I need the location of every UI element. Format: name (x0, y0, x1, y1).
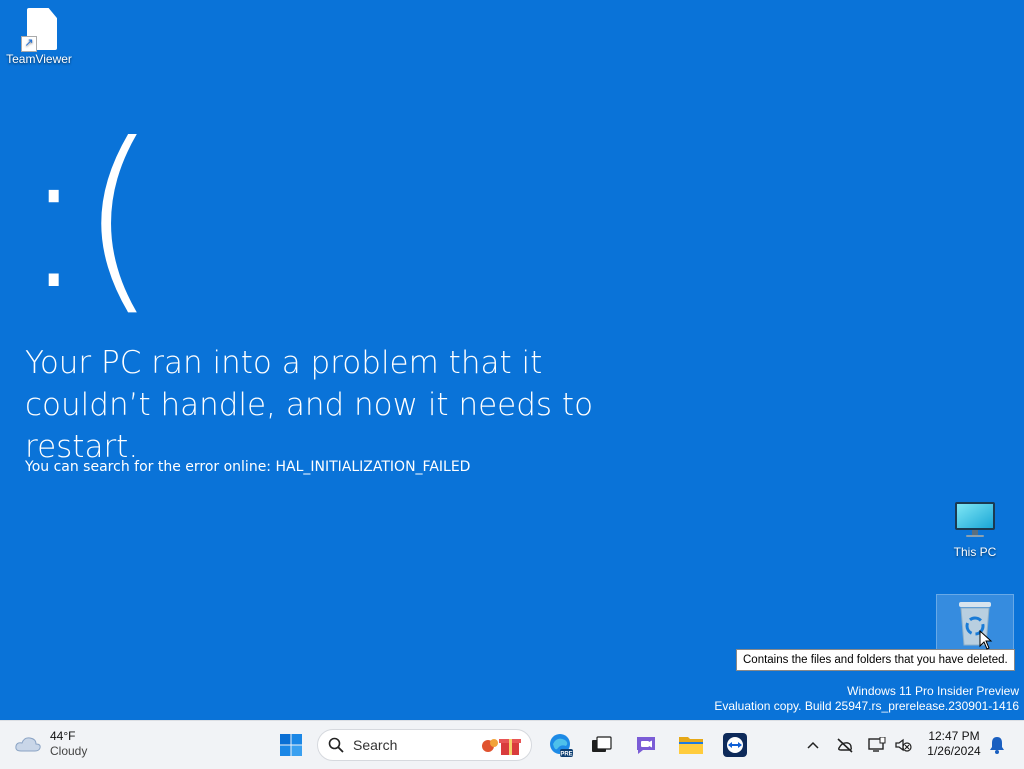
bell-icon (990, 737, 1004, 754)
tray-display-status[interactable] (866, 729, 888, 761)
edge-browser-icon: PRE (550, 734, 573, 758)
bsod-error-hint: You can search for the error online: HAL… (25, 459, 471, 475)
file-shortcut-icon: ↗ (21, 8, 57, 52)
windows-logo-icon (280, 734, 302, 756)
task-view-button[interactable] (585, 729, 617, 761)
search-placeholder: Search (353, 737, 398, 753)
desktop-icon-recycle-bin[interactable] (936, 594, 1014, 652)
recycle-bin-tooltip: Contains the files and folders that you … (736, 649, 1015, 671)
watermark-build: Evaluation copy. Build 25947.rs_prerelea… (714, 699, 1019, 713)
tray-network-status[interactable] (834, 729, 856, 761)
monitor-icon (955, 502, 995, 537)
desktop-background: ↗ TeamViewer :( Your PC ran into a probl… (0, 0, 1024, 720)
taskbar-search[interactable]: Search (317, 729, 532, 761)
weather-condition: Cloudy (50, 744, 88, 758)
clock-date: 1/26/2024 (927, 744, 981, 758)
sad-face: :( (20, 101, 157, 334)
clock-time: 12:47 PM (928, 729, 980, 743)
watermark-edition: Windows 11 Pro Insider Preview (847, 684, 1019, 698)
svg-text:PRE: PRE (560, 752, 572, 758)
display-icon (868, 737, 886, 752)
weather-widget[interactable]: 44°F Cloudy (14, 729, 87, 759)
notification-center-button[interactable] (986, 729, 1008, 761)
chevron-up-icon (807, 741, 819, 749)
folder-icon (679, 737, 703, 754)
taskbar: 44°F Cloudy Search PRE 12:47 PM 1/26/202… (0, 720, 1024, 769)
desktop-icon-label: TeamViewer (6, 52, 72, 66)
build-watermark: Windows 11 Pro Insider Preview Evaluatio… (714, 684, 1019, 714)
taskbar-teamviewer[interactable] (719, 729, 751, 761)
taskbar-edge-beta[interactable]: PRE (544, 729, 576, 761)
tray-volume-status[interactable] (892, 729, 914, 761)
teamviewer-icon (723, 733, 747, 757)
mouse-cursor-icon (979, 630, 993, 650)
network-disconnected-icon (837, 738, 853, 753)
taskbar-teams-chat[interactable] (630, 729, 662, 761)
taskbar-file-explorer[interactable] (675, 729, 707, 761)
show-hidden-icons-button[interactable] (803, 729, 823, 761)
task-view-icon (592, 736, 612, 752)
desktop-icon-label: This PC (953, 545, 997, 559)
start-button[interactable] (275, 729, 307, 761)
search-highlight-gift-icon (482, 739, 521, 755)
teams-chat-icon (637, 737, 655, 754)
desktop-icon-this-pc[interactable]: This PC (936, 500, 1014, 559)
speaker-muted-icon (895, 738, 912, 752)
weather-temp: 44°F (50, 729, 76, 743)
taskbar-clock[interactable]: 12:47 PM 1/26/2024 (920, 729, 988, 759)
desktop-icon-teamviewer[interactable]: ↗ TeamViewer (0, 8, 78, 66)
bsod-headline: Your PC ran into a problem that it could… (25, 345, 594, 465)
search-icon (328, 737, 344, 753)
cloud-icon (15, 737, 41, 752)
